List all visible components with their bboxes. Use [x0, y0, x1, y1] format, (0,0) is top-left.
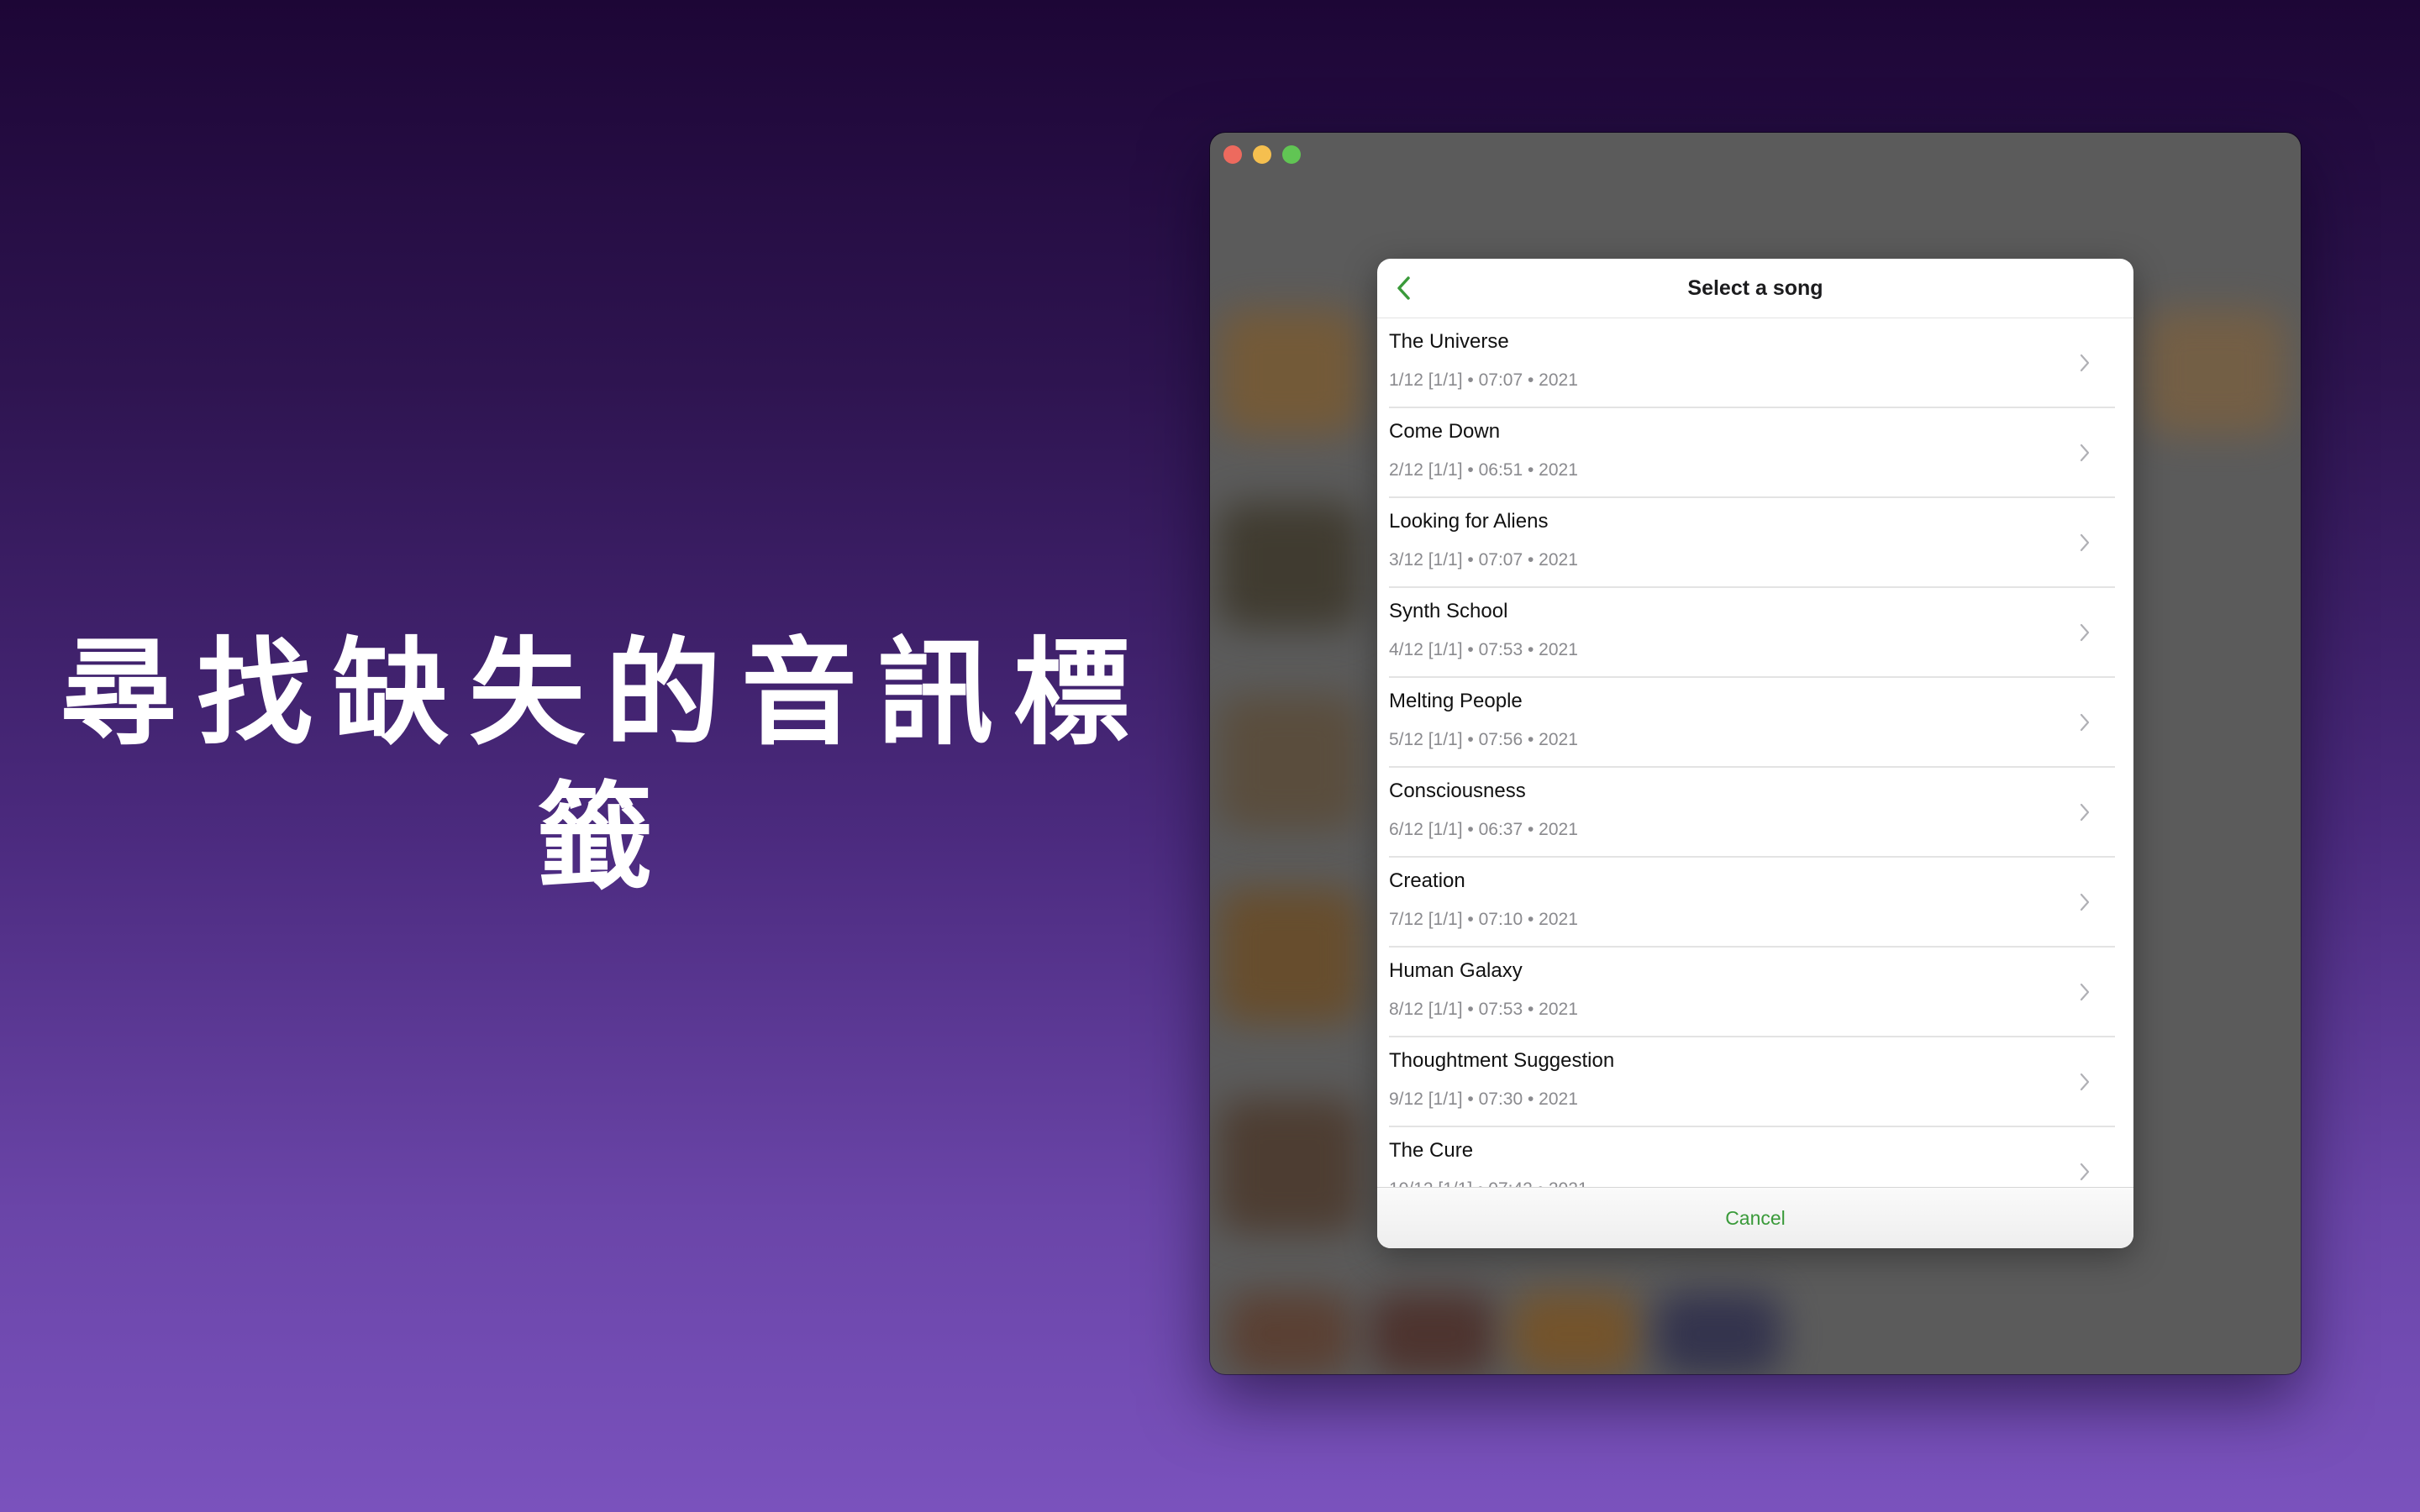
cancel-button[interactable]: Cancel: [1700, 1199, 1811, 1238]
song-row[interactable]: Thoughtment Suggestion 9/12 [1/1] • 07:30…: [1389, 1037, 2115, 1127]
song-title: Melting People: [1389, 690, 1523, 712]
song-meta: 2/12 [1/1] • 06:51 • 2021: [1389, 460, 1578, 480]
song-meta: 6/12 [1/1] • 06:37 • 2021: [1389, 820, 1578, 839]
song-meta: 7/12 [1/1] • 07:10 • 2021: [1389, 910, 1578, 929]
promo-headline: 尋找缺失的音訊標籤: [60, 626, 1150, 906]
song-meta: 5/12 [1/1] • 07:56 • 2021: [1389, 730, 1578, 749]
song-row[interactable]: Melting People 5/12 [1/1] • 07:56 • 2021: [1389, 678, 2115, 768]
song-meta: 4/12 [1/1] • 07:53 • 2021: [1389, 640, 1578, 659]
sheet-header: Select a song: [1377, 259, 2133, 318]
chevron-left-icon: [1397, 276, 1410, 300]
song-title: Looking for Aliens: [1389, 510, 1549, 533]
song-row[interactable]: Come Down 2/12 [1/1] • 06:51 • 2021: [1389, 408, 2115, 498]
chevron-right-icon: [2080, 1163, 2090, 1181]
song-row[interactable]: Synth School 4/12 [1/1] • 07:53 • 2021: [1389, 588, 2115, 678]
song-row[interactable]: Creation 7/12 [1/1] • 07:10 • 2021: [1389, 858, 2115, 948]
song-row[interactable]: Looking for Aliens 3/12 [1/1] • 07:07 • 2…: [1389, 498, 2115, 588]
song-list: The Universe 1/12 [1/1] • 07:07 • 2021 Com…: [1377, 318, 2133, 1188]
song-row[interactable]: Consciousness 6/12 [1/1] • 06:37 • 2021: [1389, 768, 2115, 858]
song-title: Consciousness: [1389, 780, 1526, 802]
chevron-right-icon: [2080, 444, 2090, 462]
song-meta: 1/12 [1/1] • 07:07 • 2021: [1389, 370, 1578, 390]
chevron-right-icon: [2080, 713, 2090, 732]
chevron-right-icon: [2080, 983, 2090, 1001]
song-row[interactable]: Human Galaxy 8/12 [1/1] • 07:53 • 2021: [1389, 948, 2115, 1037]
chevron-right-icon: [2080, 803, 2090, 822]
chevron-right-icon: [2080, 533, 2090, 552]
close-window-button[interactable]: [1223, 145, 1242, 164]
window-controls: [1223, 145, 1301, 164]
song-meta: 3/12 [1/1] • 07:07 • 2021: [1389, 550, 1578, 570]
song-meta: 8/12 [1/1] • 07:53 • 2021: [1389, 1000, 1578, 1019]
song-title: Creation: [1389, 869, 1465, 892]
song-title: The Universe: [1389, 330, 1509, 353]
chevron-right-icon: [2080, 623, 2090, 642]
song-title: The Cure: [1389, 1139, 1474, 1162]
minimize-window-button[interactable]: [1253, 145, 1271, 164]
zoom-window-button[interactable]: [1282, 145, 1301, 164]
song-meta: 9/12 [1/1] • 07:30 • 2021: [1389, 1089, 1578, 1109]
chevron-right-icon: [2080, 1073, 2090, 1091]
sheet-title: Select a song: [1687, 276, 1823, 300]
song-title: Thoughtment Suggestion: [1389, 1049, 1615, 1072]
song-title: Come Down: [1389, 420, 1501, 443]
app-window: Select a song The Universe 1/12 [1/1] • 0…: [1210, 133, 2301, 1374]
song-title: Synth School: [1389, 600, 1508, 622]
song-row[interactable]: The Universe 1/12 [1/1] • 07:07 • 2021: [1389, 318, 2115, 408]
song-row[interactable]: The Cure10/12 [1/1] • 07:42 • 2021: [1389, 1127, 2115, 1188]
select-song-sheet: Select a song The Universe 1/12 [1/1] • 0…: [1377, 259, 2133, 1248]
chevron-right-icon: [2080, 354, 2090, 372]
back-button[interactable]: [1389, 273, 1419, 303]
chevron-right-icon: [2080, 893, 2090, 911]
song-title: Human Galaxy: [1389, 959, 1523, 982]
sheet-footer: Cancel: [1377, 1187, 2133, 1248]
